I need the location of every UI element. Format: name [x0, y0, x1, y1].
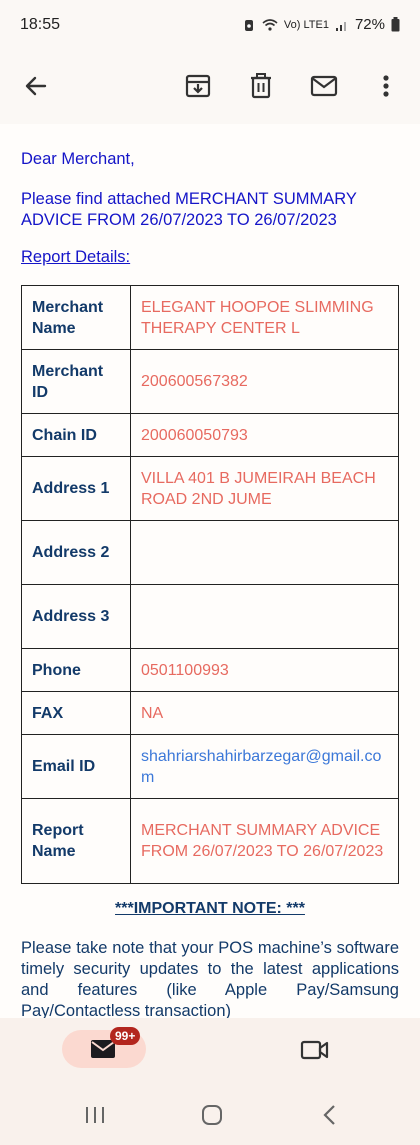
more-vert-icon	[383, 75, 389, 97]
row-label: Chain ID	[21, 413, 131, 457]
table-row: Address 1 VILLA 401 B JUMEIRAH BEACH ROA…	[21, 456, 399, 521]
row-label: Email ID	[21, 734, 131, 799]
email-greeting: Dear Merchant,	[21, 150, 135, 168]
row-value: ELEGANT HOOPOE SLIMMING THERAPY CENTER L	[130, 285, 399, 350]
unread-badge: 99+	[110, 1027, 141, 1045]
important-note-title: ***IMPORTANT NOTE: ***	[115, 900, 305, 917]
row-value: 200060050793	[130, 413, 399, 457]
network-label: Vo) LTE1	[283, 18, 329, 31]
email-body: Dear Merchant, Please find attached MERC…	[0, 124, 420, 1018]
status-indicators: Vo) LTE1 72%	[242, 16, 400, 33]
email-link[interactable]: shahriarshahirbarzegar@gmail.com	[130, 734, 399, 799]
table-row: Email ID shahriarshahirbarzegar@gmail.co…	[21, 734, 399, 799]
meet-tab[interactable]	[298, 1034, 332, 1066]
row-value[interactable]: 0501100993	[130, 648, 399, 692]
back-arrow-icon	[25, 76, 47, 96]
delete-button[interactable]	[241, 66, 281, 106]
signal-icon	[335, 21, 346, 31]
row-label: Report Name	[21, 798, 131, 884]
row-value	[130, 584, 399, 649]
archive-button[interactable]	[178, 66, 218, 106]
recents-icon	[86, 1107, 104, 1123]
row-label: Phone	[21, 648, 131, 692]
row-label: Address 2	[21, 520, 131, 585]
bottom-navigation: 99+	[0, 1018, 420, 1080]
row-label: Merchant ID	[21, 349, 131, 414]
back-chevron-icon	[323, 1105, 335, 1125]
battery-icon	[391, 17, 400, 32]
table-row: Address 3	[21, 584, 399, 649]
row-value: VILLA 401 B JUMEIRAH BEACH ROAD 2ND JUME	[130, 456, 399, 521]
table-row: Address 2	[21, 520, 399, 585]
row-value: NA	[130, 691, 399, 735]
back-nav-button[interactable]	[315, 1100, 345, 1130]
row-label: FAX	[21, 691, 131, 735]
row-label: Address 3	[21, 584, 131, 649]
battery-percent: 72%	[354, 16, 385, 33]
home-button[interactable]	[197, 1100, 227, 1130]
video-camera-icon	[300, 1040, 329, 1060]
row-label: Merchant Name	[21, 285, 131, 350]
mark-unread-button[interactable]	[304, 66, 344, 106]
wifi-icon	[262, 18, 278, 31]
more-options-button[interactable]	[366, 66, 406, 106]
table-row: Phone 0501100993	[21, 648, 399, 692]
row-value	[130, 520, 399, 585]
table-row: Report Name MERCHANT SUMMARY ADVICE FROM…	[21, 798, 399, 884]
home-icon	[202, 1105, 222, 1125]
report-details-link[interactable]: Report Details:	[21, 248, 130, 267]
archive-icon	[185, 74, 211, 98]
email-toolbar	[0, 52, 420, 122]
back-button[interactable]	[16, 66, 56, 106]
table-row: FAX NA	[21, 691, 399, 735]
table-row: Merchant ID 200600567382	[21, 349, 399, 414]
email-intro: Please find attached MERCHANT SUMMARY AD…	[21, 190, 357, 229]
system-navigation-bar	[0, 1080, 420, 1145]
row-value: 200600567382	[130, 349, 399, 414]
status-bar: 18:55 Vo) LTE1 72%	[0, 0, 420, 52]
status-time: 18:55	[20, 16, 61, 33]
merchant-details-table: Merchant Name ELEGANT HOOPOE SLIMMING TH…	[21, 285, 399, 884]
delete-icon	[251, 73, 271, 99]
row-value: MERCHANT SUMMARY ADVICE FROM 26/07/2023 …	[130, 798, 399, 884]
table-row: Merchant Name ELEGANT HOOPOE SLIMMING TH…	[21, 285, 399, 350]
mail-icon	[310, 75, 338, 97]
alarm-icon	[244, 19, 253, 31]
row-label: Address 1	[21, 456, 131, 521]
table-row: Chain ID 200060050793	[21, 413, 399, 457]
recents-button[interactable]	[80, 1100, 110, 1130]
important-note-body: Please take note that your POS machine’s…	[21, 939, 399, 1018]
